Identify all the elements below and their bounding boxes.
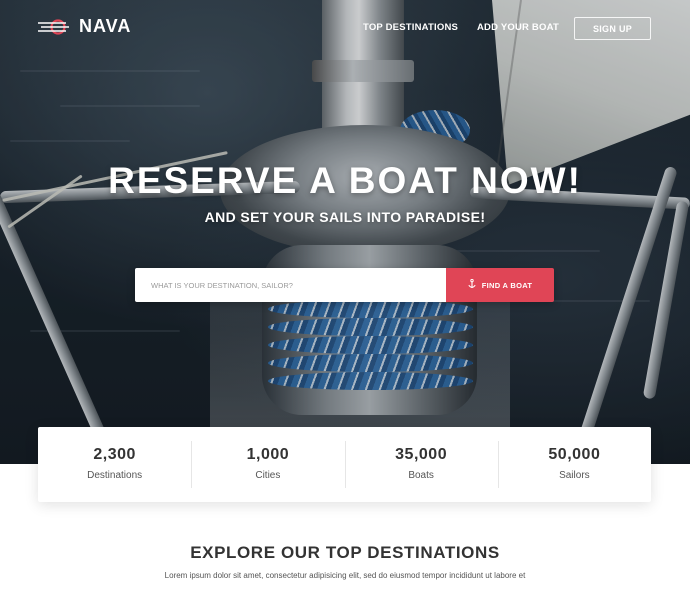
hero-headline: RESERVE A BOAT NOW! [108,160,582,201]
brand-name: NAVA [79,16,132,36]
stat-cities: 1,000 Cities [191,427,344,502]
stat-label: Destinations [87,470,143,481]
logo-icon [36,17,72,37]
stat-label: Cities [255,470,281,481]
stat-boats: 35,000 Boats [344,427,498,502]
sign-up-button[interactable]: SIGN UP [574,17,651,40]
stat-destinations: 2,300 Destinations [38,427,191,502]
explore-section-description: Lorem ipsum dolor sit amet, consectetur … [164,571,526,580]
destination-search-bar: FIND A BOAT [135,268,554,302]
stat-value: 35,000 [395,446,448,463]
stat-label: Boats [408,470,434,481]
hero-subheadline: AND SET YOUR SAILS INTO PARADISE! [204,209,486,225]
brand-logo[interactable]: NAVA [36,16,131,37]
top-navigation: NAVA TOP DESTINATIONS ADD YOUR BOAT SIGN… [0,0,690,56]
anchor-icon [468,278,476,291]
stat-label: Sailors [559,470,590,481]
statistics-panel: 2,300 Destinations 1,000 Cities 35,000 B… [38,427,651,502]
nav-add-your-boat[interactable]: ADD YOUR BOAT [477,22,559,33]
hero-section: NAVA TOP DESTINATIONS ADD YOUR BOAT SIGN… [0,0,690,464]
nav-top-destinations[interactable]: TOP DESTINATIONS [363,22,458,33]
find-a-boat-button[interactable]: FIND A BOAT [446,268,554,302]
hero-dim-overlay [0,0,690,464]
stat-sailors: 50,000 Sailors [497,427,651,502]
stat-value: 1,000 [246,446,290,463]
stat-value: 2,300 [93,446,136,463]
explore-section-title: EXPLORE OUR TOP DESTINATIONS [190,543,500,562]
find-a-boat-label: FIND A BOAT [481,280,533,290]
stat-value: 50,000 [548,446,601,463]
destination-search-input[interactable] [135,268,446,302]
